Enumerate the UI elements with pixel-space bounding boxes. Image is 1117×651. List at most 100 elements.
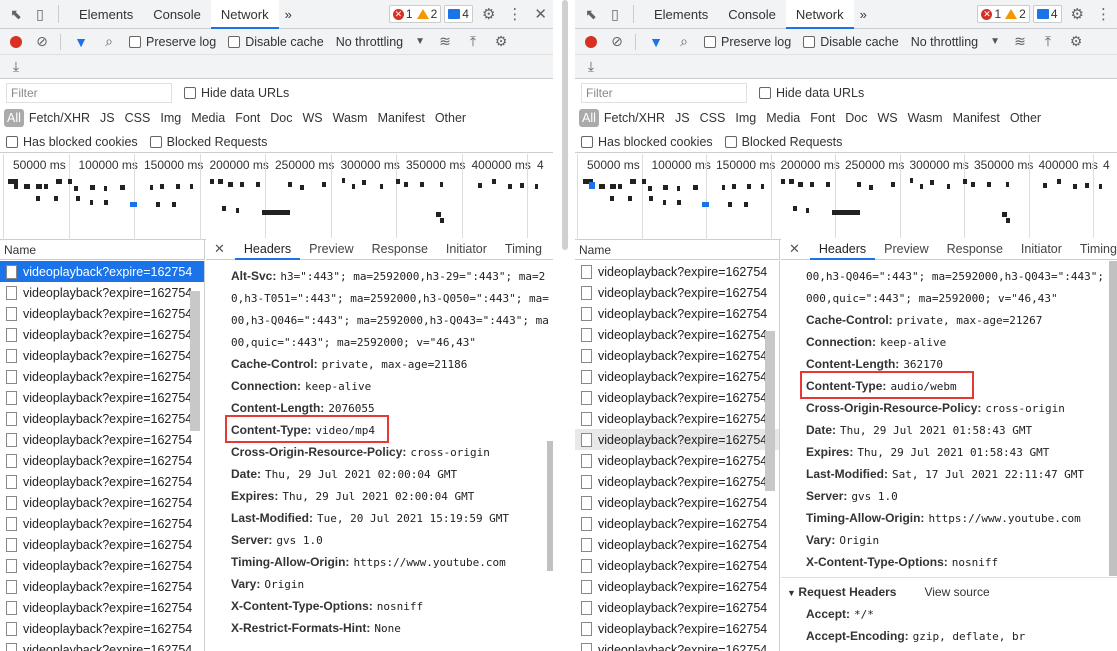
request-row[interactable]: videoplayback?expire=162754	[575, 555, 779, 576]
request-row[interactable]: videoplayback?expire=162754	[575, 282, 779, 303]
filter-type-js[interactable]: JS	[670, 111, 695, 125]
has-blocked-cookies-checkbox[interactable]: Has blocked cookies	[581, 135, 713, 149]
request-row[interactable]: videoplayback?expire=162754	[0, 345, 204, 366]
name-column-header[interactable]: Name	[575, 240, 780, 260]
network-overview-timeline[interactable]: 50000 ms 100000 ms 150000 ms 200000 ms 25000…	[0, 154, 553, 240]
chevron-down-icon[interactable]: ▼	[415, 36, 425, 47]
filter-type-fetchxhr[interactable]: Fetch/XHR	[24, 111, 95, 125]
request-row[interactable]: videoplayback?expire=162754	[575, 366, 779, 387]
details-tab-initiator[interactable]: Initiator	[437, 238, 496, 260]
chevron-down-icon[interactable]: ▼	[990, 36, 1000, 47]
tab-network[interactable]: Network	[210, 0, 279, 29]
blocked-requests-checkbox[interactable]: Blocked Requests	[724, 135, 842, 149]
request-list-scrollbar[interactable]	[190, 291, 200, 431]
tab-elements[interactable]: Elements	[644, 0, 718, 29]
checkbox[interactable]	[184, 87, 196, 99]
request-row[interactable]: videoplayback?expire=162754	[0, 534, 204, 555]
filter-type-ws[interactable]: WS	[872, 111, 902, 125]
details-tab-headers[interactable]: Headers	[234, 238, 301, 260]
filter-type-other[interactable]: Other	[430, 111, 471, 125]
disable-cache-checkbox[interactable]: Disable cache	[228, 35, 324, 49]
tab-console[interactable]: Console	[718, 0, 786, 29]
more-tabs-button[interactable]: »	[854, 0, 873, 29]
filter-type-img[interactable]: Img	[155, 111, 186, 125]
checkbox[interactable]	[724, 135, 737, 148]
name-column-header[interactable]: Name	[0, 240, 205, 260]
request-row[interactable]: videoplayback?expire=162754	[575, 639, 779, 651]
request-row[interactable]: videoplayback?expire=162754	[575, 471, 779, 492]
filter-type-css[interactable]: CSS	[695, 111, 731, 125]
request-row[interactable]: videoplayback?expire=162754	[0, 639, 204, 651]
filter-type-doc[interactable]: Doc	[265, 111, 297, 125]
scrollbar-thumb[interactable]	[562, 0, 568, 250]
filter-type-all[interactable]: All	[579, 109, 599, 127]
filter-type-media[interactable]: Media	[186, 111, 230, 125]
checkbox[interactable]	[803, 35, 816, 48]
details-tab-preview[interactable]: Preview	[300, 238, 362, 260]
filter-type-other[interactable]: Other	[1005, 111, 1046, 125]
preserve-log-checkbox[interactable]: Preserve log	[704, 35, 791, 49]
tab-network[interactable]: Network	[785, 0, 854, 29]
request-row[interactable]: videoplayback?expire=162754	[575, 618, 779, 639]
request-row[interactable]: videoplayback?expire=162754	[575, 576, 779, 597]
error-badge[interactable]: ✕ 1 2	[977, 5, 1030, 23]
more-options-icon[interactable]: ⋮	[1096, 5, 1111, 23]
clear-icon[interactable]: ⊘	[609, 33, 625, 50]
throttling-select[interactable]: No throttling	[911, 35, 978, 49]
request-row[interactable]: videoplayback?expire=162754	[575, 492, 779, 513]
import-har-icon[interactable]: ⤒	[465, 33, 481, 50]
message-badge[interactable]: 4	[1032, 5, 1062, 23]
request-row[interactable]: videoplayback?expire=162754	[0, 513, 204, 534]
request-row[interactable]: videoplayback?expire=162754	[575, 261, 779, 282]
more-options-icon[interactable]: ⋮	[507, 5, 522, 23]
device-toolbar-icon[interactable]: ▯	[32, 6, 48, 22]
filter-type-font[interactable]: Font	[230, 111, 265, 125]
request-row[interactable]: videoplayback?expire=162754	[575, 534, 779, 555]
filter-type-wasm[interactable]: Wasm	[903, 111, 948, 125]
request-row[interactable]: videoplayback?expire=162754	[575, 324, 779, 345]
filter-type-doc[interactable]: Doc	[840, 111, 872, 125]
details-tab-response[interactable]: Response	[938, 238, 1012, 260]
throttling-select[interactable]: No throttling	[336, 35, 403, 49]
request-row[interactable]: videoplayback?expire=162754	[575, 450, 779, 471]
filter-type-media[interactable]: Media	[761, 111, 805, 125]
filter-input[interactable]: Filter	[581, 83, 747, 103]
settings-gear-icon[interactable]: ⚙	[1071, 5, 1084, 23]
blocked-requests-checkbox[interactable]: Blocked Requests	[149, 135, 267, 149]
filter-funnel-icon[interactable]: ▼	[73, 34, 89, 50]
request-row[interactable]: videoplayback?expire=162754	[0, 450, 204, 471]
request-row[interactable]: videoplayback?expire=162754	[575, 597, 779, 618]
online-wifi-icon[interactable]: ≋	[437, 33, 453, 50]
hide-data-urls-checkbox[interactable]: Hide data URLs	[184, 86, 289, 100]
disable-cache-checkbox[interactable]: Disable cache	[803, 35, 899, 49]
filter-type-all[interactable]: All	[4, 109, 24, 127]
checkbox[interactable]	[759, 87, 771, 99]
filter-input[interactable]: Filter	[6, 83, 172, 103]
filter-type-fetchxhr[interactable]: Fetch/XHR	[599, 111, 670, 125]
export-har-icon[interactable]: ⤓	[583, 58, 599, 75]
view-source-link[interactable]: View source	[924, 585, 989, 599]
request-row[interactable]: videoplayback?expire=162754	[0, 282, 204, 303]
checkbox[interactable]	[149, 135, 162, 148]
has-blocked-cookies-checkbox[interactable]: Has blocked cookies	[6, 135, 138, 149]
request-row[interactable]: videoplayback?expire=162754	[0, 471, 204, 492]
filter-type-ws[interactable]: WS	[297, 111, 327, 125]
tab-console[interactable]: Console	[143, 0, 211, 29]
request-row[interactable]: videoplayback?expire=162754	[575, 303, 779, 324]
checkbox[interactable]	[228, 35, 241, 48]
inspect-element-icon[interactable]: ⬉	[8, 6, 24, 22]
filter-type-js[interactable]: JS	[95, 111, 120, 125]
request-row[interactable]: videoplayback?expire=162754	[0, 261, 204, 282]
filter-type-manifest[interactable]: Manifest	[373, 111, 430, 125]
tab-elements[interactable]: Elements	[69, 0, 143, 29]
request-row[interactable]: videoplayback?expire=162754	[0, 387, 204, 408]
settings-gear-icon[interactable]: ⚙	[482, 5, 495, 23]
online-wifi-icon[interactable]: ≋	[1012, 33, 1028, 50]
details-tab-initiator[interactable]: Initiator	[1012, 238, 1071, 260]
close-devtools-icon[interactable]: ✕	[534, 5, 547, 23]
device-toolbar-icon[interactable]: ▯	[607, 6, 623, 22]
close-details-icon[interactable]: ✕	[214, 241, 225, 257]
request-row[interactable]: videoplayback?expire=162754	[0, 597, 204, 618]
filter-type-css[interactable]: CSS	[120, 111, 156, 125]
details-tab-timing[interactable]: Timing	[496, 238, 551, 260]
